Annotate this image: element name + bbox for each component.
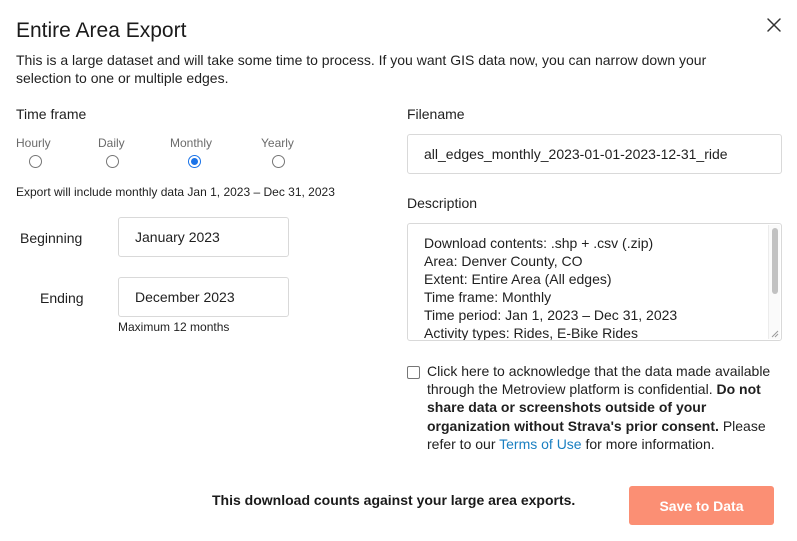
description-line: Time period: Jan 1, 2023 – Dec 31, 2023 (424, 307, 678, 323)
description-content: Download contents: .shp + .csv (.zip) Ar… (424, 234, 678, 341)
acknowledge-text: Click here to acknowledge that the data … (427, 362, 782, 453)
beginning-month-input[interactable]: January 2023 (118, 217, 289, 257)
radio-label-yearly: Yearly (261, 136, 294, 150)
large-export-note: This download counts against your large … (212, 492, 576, 508)
radio-label-monthly: Monthly (170, 136, 213, 150)
description-line: Download contents: .shp + .csv (.zip) (424, 235, 654, 251)
terms-of-use-link[interactable]: Terms of Use (499, 436, 581, 452)
filename-value: all_edges_monthly_2023-01-01-2023-12-31_… (424, 146, 728, 162)
scroll-thumb[interactable] (772, 228, 778, 294)
ending-month-value: December 2023 (135, 289, 235, 305)
intro-text: This is a large dataset and will take so… (16, 52, 707, 86)
dialog-title: Entire Area Export (16, 19, 187, 42)
radio-option-yearly: Yearly (261, 136, 321, 168)
radio-monthly[interactable] (188, 155, 201, 168)
radio-option-daily: Daily (98, 136, 158, 168)
description-line: Activity types: Rides, E-Bike Rides (424, 325, 638, 341)
ending-month-input[interactable]: December 2023 (118, 277, 289, 317)
acknowledge-text-part: for more information. (585, 435, 715, 452)
radio-hourly[interactable] (29, 155, 42, 168)
filename-label: Filename (407, 106, 465, 122)
ending-label: Ending (40, 290, 84, 306)
description-line: Time frame: Monthly (424, 289, 552, 305)
description-scrollbar[interactable] (768, 225, 780, 339)
description-textarea[interactable]: Download contents: .shp + .csv (.zip) Ar… (407, 223, 782, 341)
radio-option-monthly: Monthly (170, 136, 230, 168)
resize-handle-icon[interactable] (771, 330, 779, 338)
radio-daily[interactable] (106, 155, 119, 168)
radio-option-hourly: Hourly (16, 136, 76, 168)
save-to-data-button[interactable]: Save to Data (629, 486, 774, 525)
beginning-label: Beginning (20, 230, 83, 246)
beginning-month-value: January 2023 (135, 229, 220, 245)
close-icon[interactable] (765, 16, 783, 34)
time-frame-label: Time frame (16, 106, 87, 122)
description-line: Area: Denver County, CO (424, 253, 583, 269)
radio-yearly[interactable] (272, 155, 285, 168)
description-line: Extent: Entire Area (All edges) (424, 271, 612, 287)
filename-input[interactable]: all_edges_monthly_2023-01-01-2023-12-31_… (407, 134, 782, 174)
description-label: Description (407, 195, 478, 211)
max-months-hint: Maximum 12 months (118, 320, 230, 334)
radio-label-hourly: Hourly (16, 136, 51, 150)
export-range-summary: Export will include monthly data Jan 1, … (16, 185, 335, 199)
acknowledge-checkbox[interactable] (407, 366, 420, 379)
radio-label-daily: Daily (98, 136, 125, 150)
